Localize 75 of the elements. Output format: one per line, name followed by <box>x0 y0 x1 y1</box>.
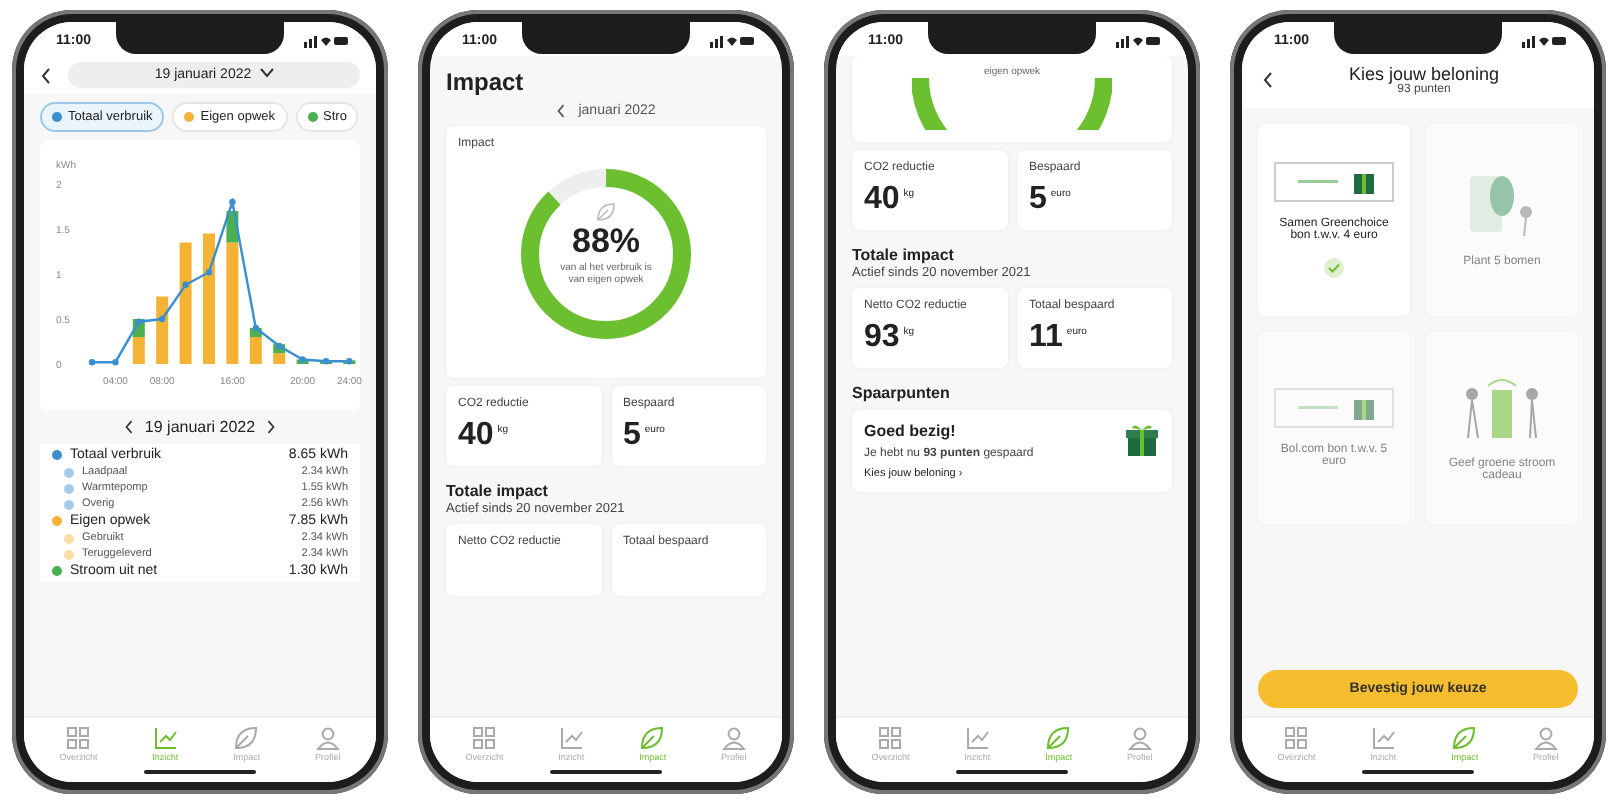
person-icon <box>721 726 746 750</box>
color-dot <box>64 533 74 543</box>
home-indicator <box>1362 770 1474 774</box>
data-point <box>205 269 213 276</box>
color-dot <box>64 549 74 559</box>
leaf-icon <box>1452 726 1477 750</box>
bar <box>156 296 169 364</box>
person-icon <box>1127 726 1152 750</box>
person-icon <box>315 726 340 750</box>
stat-unit: euro <box>644 423 665 436</box>
stat-unit: euro <box>1066 325 1087 338</box>
stat-value: 40 <box>864 182 900 216</box>
data-point <box>299 356 306 363</box>
color-dot <box>64 467 74 477</box>
leaf-icon <box>640 726 665 750</box>
section-title: Totale impact <box>446 482 550 500</box>
chart-icon <box>1371 726 1396 750</box>
stat-unit: kg <box>903 187 915 200</box>
grid-icon <box>1284 726 1309 750</box>
voucher-icon <box>1274 162 1394 202</box>
data-point <box>182 281 189 288</box>
bar <box>179 242 192 364</box>
back-icon[interactable] <box>40 67 52 83</box>
data-point <box>112 359 119 366</box>
next-icon[interactable] <box>265 420 276 434</box>
page-title: Kies jouw beloning <box>1346 64 1502 84</box>
section-title: Spaarpunten <box>852 384 952 402</box>
caret-icon <box>259 68 274 78</box>
grid-icon <box>472 726 497 750</box>
previous-icon[interactable] <box>124 420 135 434</box>
back-icon[interactable] <box>1262 72 1274 88</box>
leaf-icon <box>1046 726 1071 750</box>
data-point <box>135 318 142 325</box>
stat-unit: kg <box>497 423 509 436</box>
chart-icon <box>153 726 178 750</box>
previous-icon[interactable] <box>556 104 567 118</box>
data-point <box>252 324 259 332</box>
section-title: Totale impact <box>852 246 956 264</box>
stat-value: 5 <box>623 418 641 452</box>
data-point <box>346 358 353 365</box>
status-icons <box>304 34 348 48</box>
data-point <box>276 342 283 350</box>
stat-value: 5 <box>1029 182 1047 216</box>
person-icon <box>1533 726 1558 750</box>
leaf-icon <box>234 726 259 750</box>
card-heading: Goed bezig! <box>864 422 958 440</box>
home-indicator <box>144 770 256 774</box>
percentage: 88% <box>571 222 641 262</box>
stat-unit: euro <box>1050 187 1071 200</box>
grid-icon <box>66 726 91 750</box>
data-point <box>159 315 166 323</box>
stat-value: 93 <box>864 320 900 354</box>
checkmark-icon <box>1324 258 1344 278</box>
page-title: Impact <box>446 68 526 96</box>
color-dot <box>64 483 74 493</box>
data-point <box>88 359 96 366</box>
status-icons <box>710 34 754 48</box>
color-dot <box>64 499 74 509</box>
stat-value: 40 <box>458 418 494 452</box>
bar <box>203 233 215 364</box>
chart-icon <box>965 726 990 750</box>
chart-icon <box>559 726 584 750</box>
home-indicator <box>550 770 662 774</box>
data-point <box>229 198 236 206</box>
data-point <box>322 358 330 365</box>
date-label: 19 januari 2022 <box>144 418 256 436</box>
stat-unit: kg <box>903 325 915 338</box>
leaf-icon <box>596 202 616 222</box>
gift-icon <box>1124 422 1160 456</box>
status-icons <box>1522 34 1566 48</box>
home-indicator <box>956 770 1068 774</box>
stat-value: 11 <box>1029 320 1063 354</box>
status-icons <box>1116 34 1160 48</box>
voucher-icon <box>1274 388 1394 428</box>
grid-icon <box>878 726 903 750</box>
